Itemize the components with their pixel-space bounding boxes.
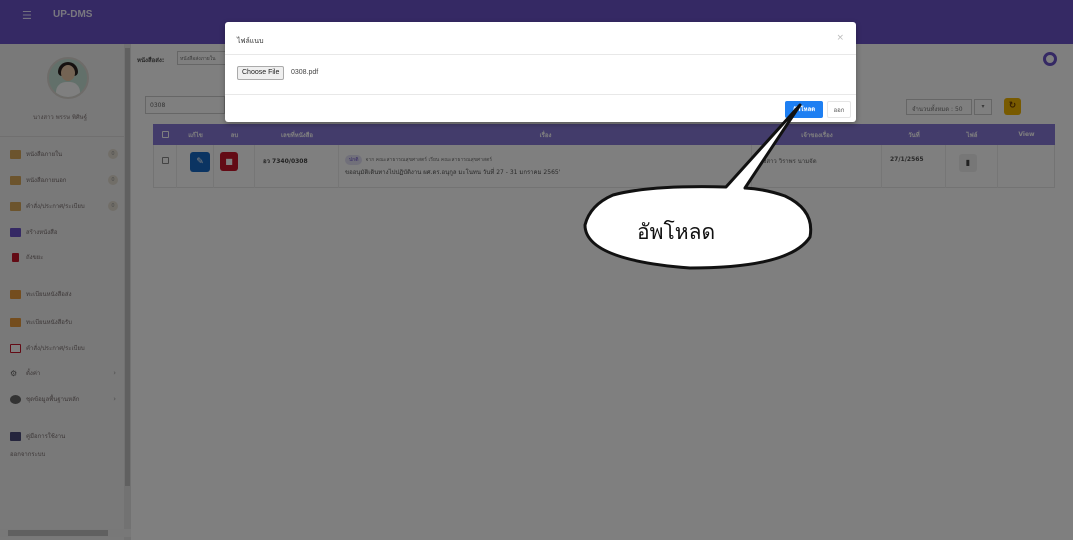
attachment-modal: ไฟล์แนบ × Choose File 0308.pdf อัพโหลด อ… <box>225 22 856 122</box>
choose-file-button[interactable]: Choose File <box>237 66 285 80</box>
divider <box>225 54 856 55</box>
upload-button[interactable]: อัพโหลด <box>785 101 823 118</box>
selected-file-name: 0308.pdf <box>291 69 319 76</box>
callout-text: อัพโหลด <box>637 220 716 244</box>
exit-button[interactable]: ออก <box>827 101 851 118</box>
close-icon[interactable]: × <box>836 33 844 43</box>
modal-title: ไฟล์แนบ <box>237 37 264 45</box>
divider <box>225 94 856 95</box>
